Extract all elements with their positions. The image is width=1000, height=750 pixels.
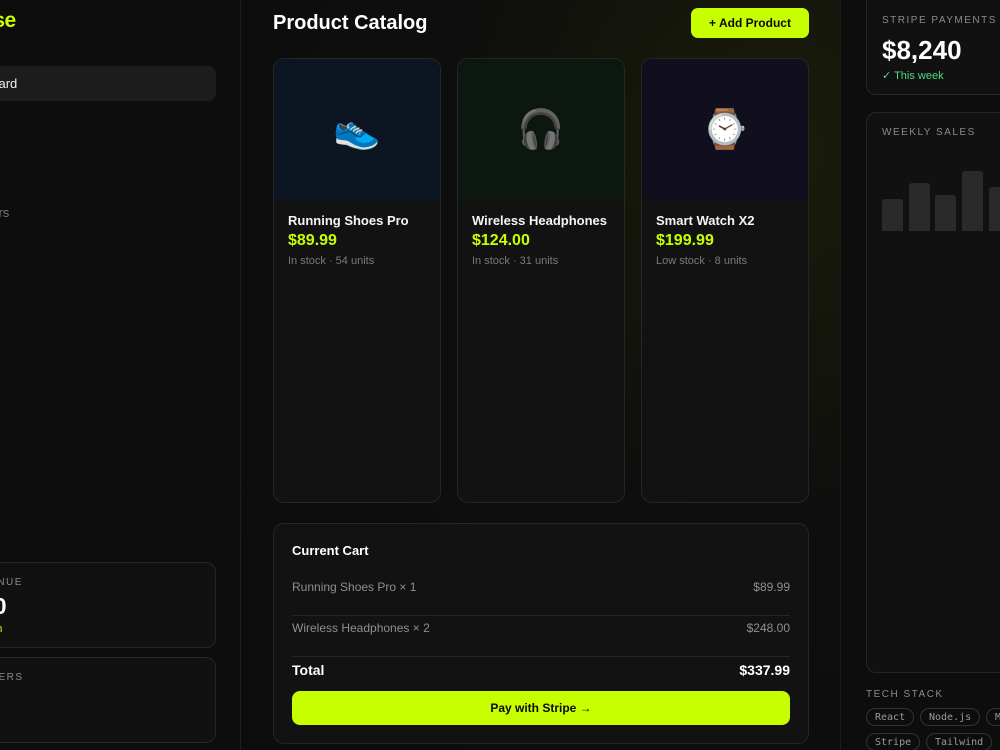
orders-label: RDERS <box>0 672 24 683</box>
sidebar-item-analytics[interactable]: cs <box>0 238 216 273</box>
sidebar-item-orders[interactable] <box>0 152 216 187</box>
tech-chip: Stripe <box>866 733 921 750</box>
weekly-sales-bar <box>989 187 1000 231</box>
product-name: Wireless Headphones <box>472 213 607 228</box>
weekly-sales-bar <box>962 171 983 231</box>
sidebar-item-customers[interactable]: ners <box>0 195 216 230</box>
product-price: $124.00 <box>472 232 530 249</box>
tech-stack-label: TECH STACK <box>866 689 944 700</box>
tech-chip: Node.js <box>920 708 981 726</box>
watch-icon: ⌚ <box>701 107 749 151</box>
product-stock: Low stock · 8 units <box>656 255 748 267</box>
cart-item: Wireless Headphones × 2 $248.00 <box>292 621 790 657</box>
brand-logo[interactable]: nse <box>0 9 16 33</box>
weekly-sales-label: WEEKLY SALES <box>882 127 976 138</box>
revenue-card: VENUE 80 onth <box>0 562 216 648</box>
weekly-sales-bar <box>882 199 903 231</box>
cart-item: Running Shoes Pro × 1 $89.99 <box>292 580 790 616</box>
headphones-icon: 🎧 <box>517 107 565 151</box>
revenue-label: VENUE <box>0 577 23 588</box>
product-price: $199.99 <box>656 232 714 249</box>
product-card[interactable]: ⌚ Smart Watch X2 $199.99 Low stock · 8 u… <box>641 58 809 503</box>
weekly-sales-bar <box>909 183 930 231</box>
stripe-label: STRIPE PAYMENTS <box>882 15 997 26</box>
tech-chip: Tailwind <box>926 733 993 750</box>
cart-item-amount: $248.00 <box>746 621 790 635</box>
cart-panel: Current Cart Running Shoes Pro × 1 $89.9… <box>273 523 809 744</box>
cart-title: Current Cart <box>292 543 369 558</box>
pay-with-stripe-button[interactable]: Pay with Stripe → <box>292 691 790 725</box>
sidebar-item-label: ners <box>0 205 10 220</box>
product-card[interactable]: 👟 Running Shoes Pro $89.99 In stock · 54… <box>273 58 441 503</box>
cart-total: Total $337.99 <box>292 662 790 678</box>
page-title: Product Catalog <box>273 12 428 34</box>
stripe-sub: ✓ This week <box>882 70 944 82</box>
right-panel: STRIPE PAYMENTS $8,240 ✓ This week WEEKL… <box>842 0 1000 750</box>
sidebar: nse board ts ners cs VENUE 80 onth RDERS <box>0 0 241 750</box>
product-image: 🎧 <box>458 59 624 200</box>
tech-chip: M <box>986 708 1000 726</box>
orders-card: RDERS <box>0 657 216 743</box>
cart-item-amount: $89.99 <box>753 580 790 594</box>
cart-total-label: Total <box>292 662 325 678</box>
product-stock: In stock · 54 units <box>288 255 375 267</box>
sidebar-item-products[interactable]: ts <box>0 109 216 144</box>
add-product-button[interactable]: + Add Product <box>691 8 809 38</box>
product-price: $89.99 <box>288 232 337 249</box>
weekly-sales-bar <box>935 195 956 231</box>
cart-total-amount: $337.99 <box>739 662 790 678</box>
stripe-payments-card: STRIPE PAYMENTS $8,240 ✓ This week <box>866 0 1000 95</box>
product-name: Smart Watch X2 <box>656 213 755 228</box>
tech-chip: React <box>866 708 915 726</box>
sidebar-item-dashboard[interactable]: board <box>0 66 216 101</box>
sidebar-item-label: board <box>0 76 18 91</box>
revenue-sub: onth <box>0 623 2 635</box>
cart-item-name: Running Shoes Pro × 1 <box>292 580 417 594</box>
product-image: 👟 <box>274 59 440 200</box>
stripe-value: $8,240 <box>882 35 962 65</box>
cart-item-name: Wireless Headphones × 2 <box>292 621 430 635</box>
main-content: Product Catalog + Add Product 👟 Running … <box>241 0 841 750</box>
product-name: Running Shoes Pro <box>288 213 409 228</box>
product-image: ⌚ <box>642 59 808 200</box>
product-stock: In stock · 31 units <box>472 255 559 267</box>
revenue-value: 80 <box>0 593 7 620</box>
weekly-sales-card: WEEKLY SALES <box>866 112 1000 673</box>
product-card[interactable]: 🎧 Wireless Headphones $124.00 In stock ·… <box>457 58 625 503</box>
running-shoe-icon: 👟 <box>333 107 381 151</box>
